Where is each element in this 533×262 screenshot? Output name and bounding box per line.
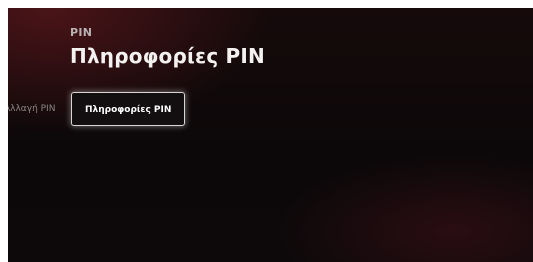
- tab-change-pin[interactable]: Αλλαγή PIN: [8, 92, 55, 126]
- tab-row: Αλλαγή PIN Πληροφορίες PIN: [8, 92, 533, 126]
- tab-pin-info[interactable]: Πληροφορίες PIN: [71, 92, 186, 126]
- page-title: Πληροφορίες PIN: [70, 44, 265, 68]
- page-subtitle: PIN: [70, 26, 93, 39]
- tv-screen: PIN Πληροφορίες PIN Αλλαγή PIN Πληροφορί…: [8, 8, 533, 262]
- page-header: PIN Πληροφορίες PIN: [70, 26, 265, 68]
